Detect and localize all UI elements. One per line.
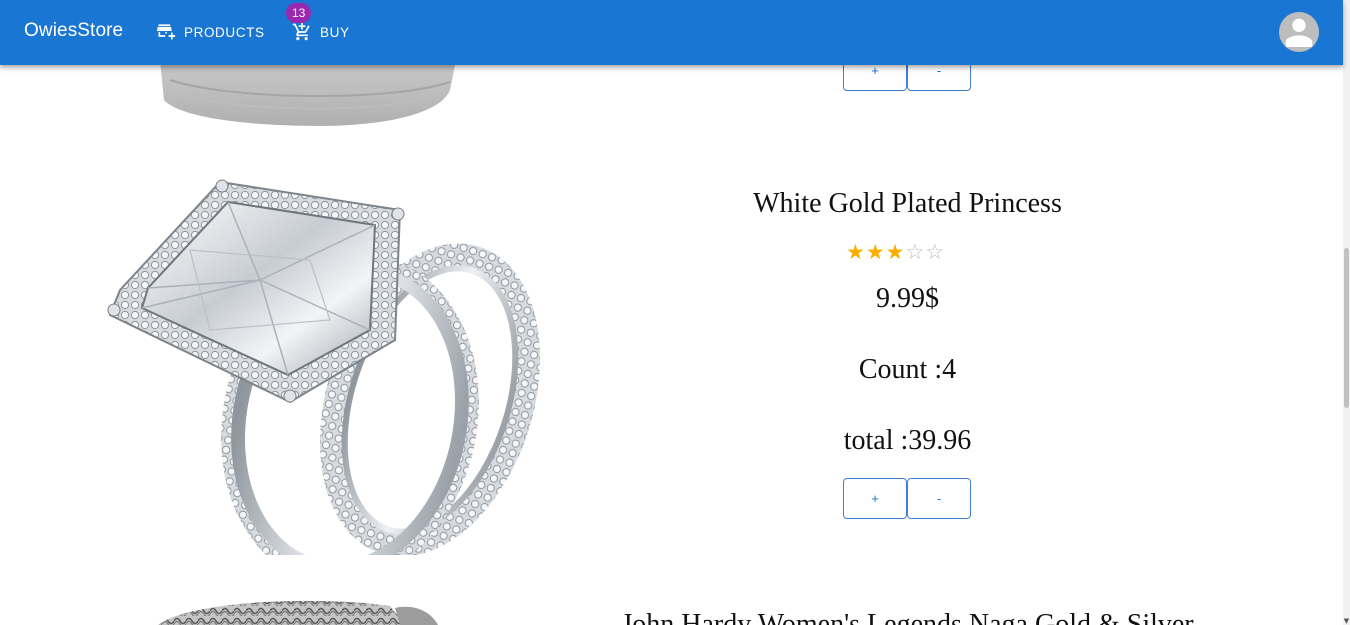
products-nav-button[interactable]: PRODUCTS xyxy=(156,22,265,42)
star-empty-icon: ☆ xyxy=(925,240,945,264)
app-bar: OwiesStore PRODUCTS 13 BUY xyxy=(0,0,1343,65)
user-avatar[interactable] xyxy=(1279,12,1319,52)
scroll-down-arrow-icon[interactable]: ▼ xyxy=(1343,617,1350,625)
star-filled-icon: ★ xyxy=(885,240,905,264)
cart-add-icon: 13 xyxy=(286,3,312,42)
page-scrollbar[interactable]: ▼ xyxy=(1343,0,1350,625)
product-total: total :39.96 xyxy=(843,425,972,456)
brand-logo[interactable]: OwiesStore xyxy=(24,20,123,42)
star-empty-icon: ☆ xyxy=(905,240,925,264)
product-title: John Hardy Women's Legends Naga Gold & S… xyxy=(621,609,1194,625)
add-shopping-store-icon xyxy=(156,21,176,44)
cart-count-badge: 13 xyxy=(286,3,312,23)
star-filled-icon: ★ xyxy=(846,240,865,264)
person-icon xyxy=(1285,18,1313,47)
product-count: Count :4 xyxy=(858,354,957,385)
product-image-ring xyxy=(100,170,550,555)
product-title: White Gold Plated Princess xyxy=(753,188,1062,219)
star-filled-icon: ★ xyxy=(865,240,885,264)
products-nav-label: PRODUCTS xyxy=(184,24,265,40)
increase-quantity-button[interactable]: + xyxy=(843,478,907,519)
product-price: 9.99$ xyxy=(876,283,939,314)
star-rating: ★ ★ ★ ☆ ☆ xyxy=(846,240,944,264)
buy-nav-label: BUY xyxy=(320,24,350,40)
buy-nav-button[interactable]: 13 BUY xyxy=(286,3,350,42)
scrollbar-thumb[interactable] xyxy=(1344,248,1349,408)
product-image-tshirt xyxy=(150,60,470,130)
decrease-quantity-button[interactable]: - xyxy=(907,478,971,519)
product-image-bracelet xyxy=(150,596,450,625)
